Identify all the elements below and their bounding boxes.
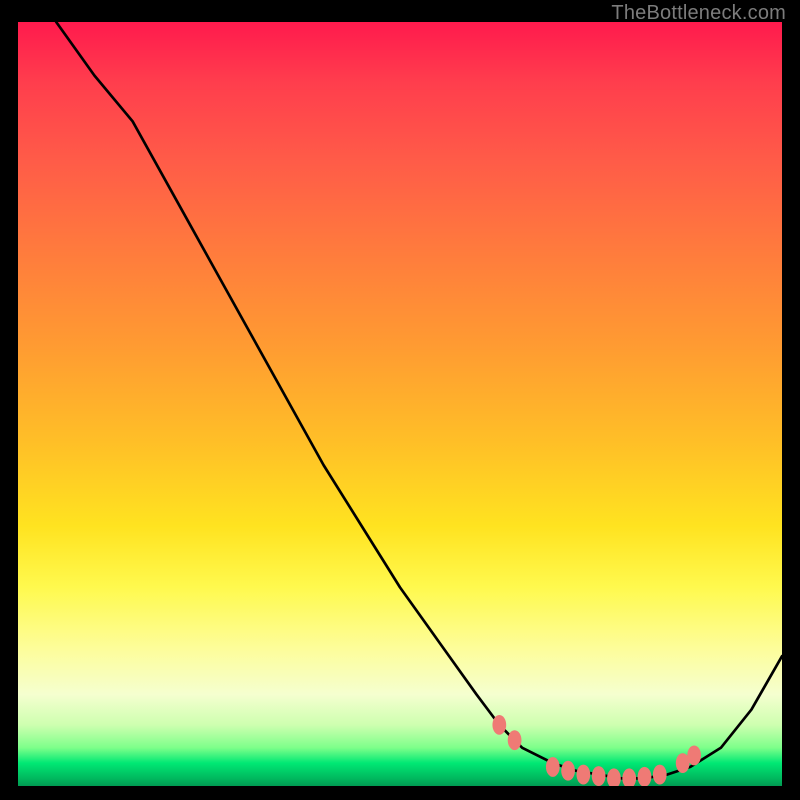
highlight-dot <box>546 757 560 777</box>
highlight-dot <box>638 767 652 786</box>
chart-frame: TheBottleneck.com <box>0 0 800 800</box>
highlight-dot <box>592 766 606 786</box>
highlight-dot <box>607 768 621 786</box>
bottleneck-curve-path <box>56 22 782 778</box>
attribution-text: TheBottleneck.com <box>611 2 786 25</box>
border-left <box>0 0 18 800</box>
highlight-dot <box>653 765 667 785</box>
highlight-dot <box>561 761 575 781</box>
highlight-dot <box>576 765 590 785</box>
plot-area <box>18 22 782 786</box>
marker-layer <box>492 715 701 786</box>
highlight-dot <box>687 746 701 766</box>
border-bottom <box>0 786 800 800</box>
border-right <box>782 0 800 800</box>
highlight-dot <box>508 730 522 750</box>
highlight-dot <box>492 715 506 735</box>
curve-layer <box>18 22 782 786</box>
highlight-dot <box>622 768 636 786</box>
